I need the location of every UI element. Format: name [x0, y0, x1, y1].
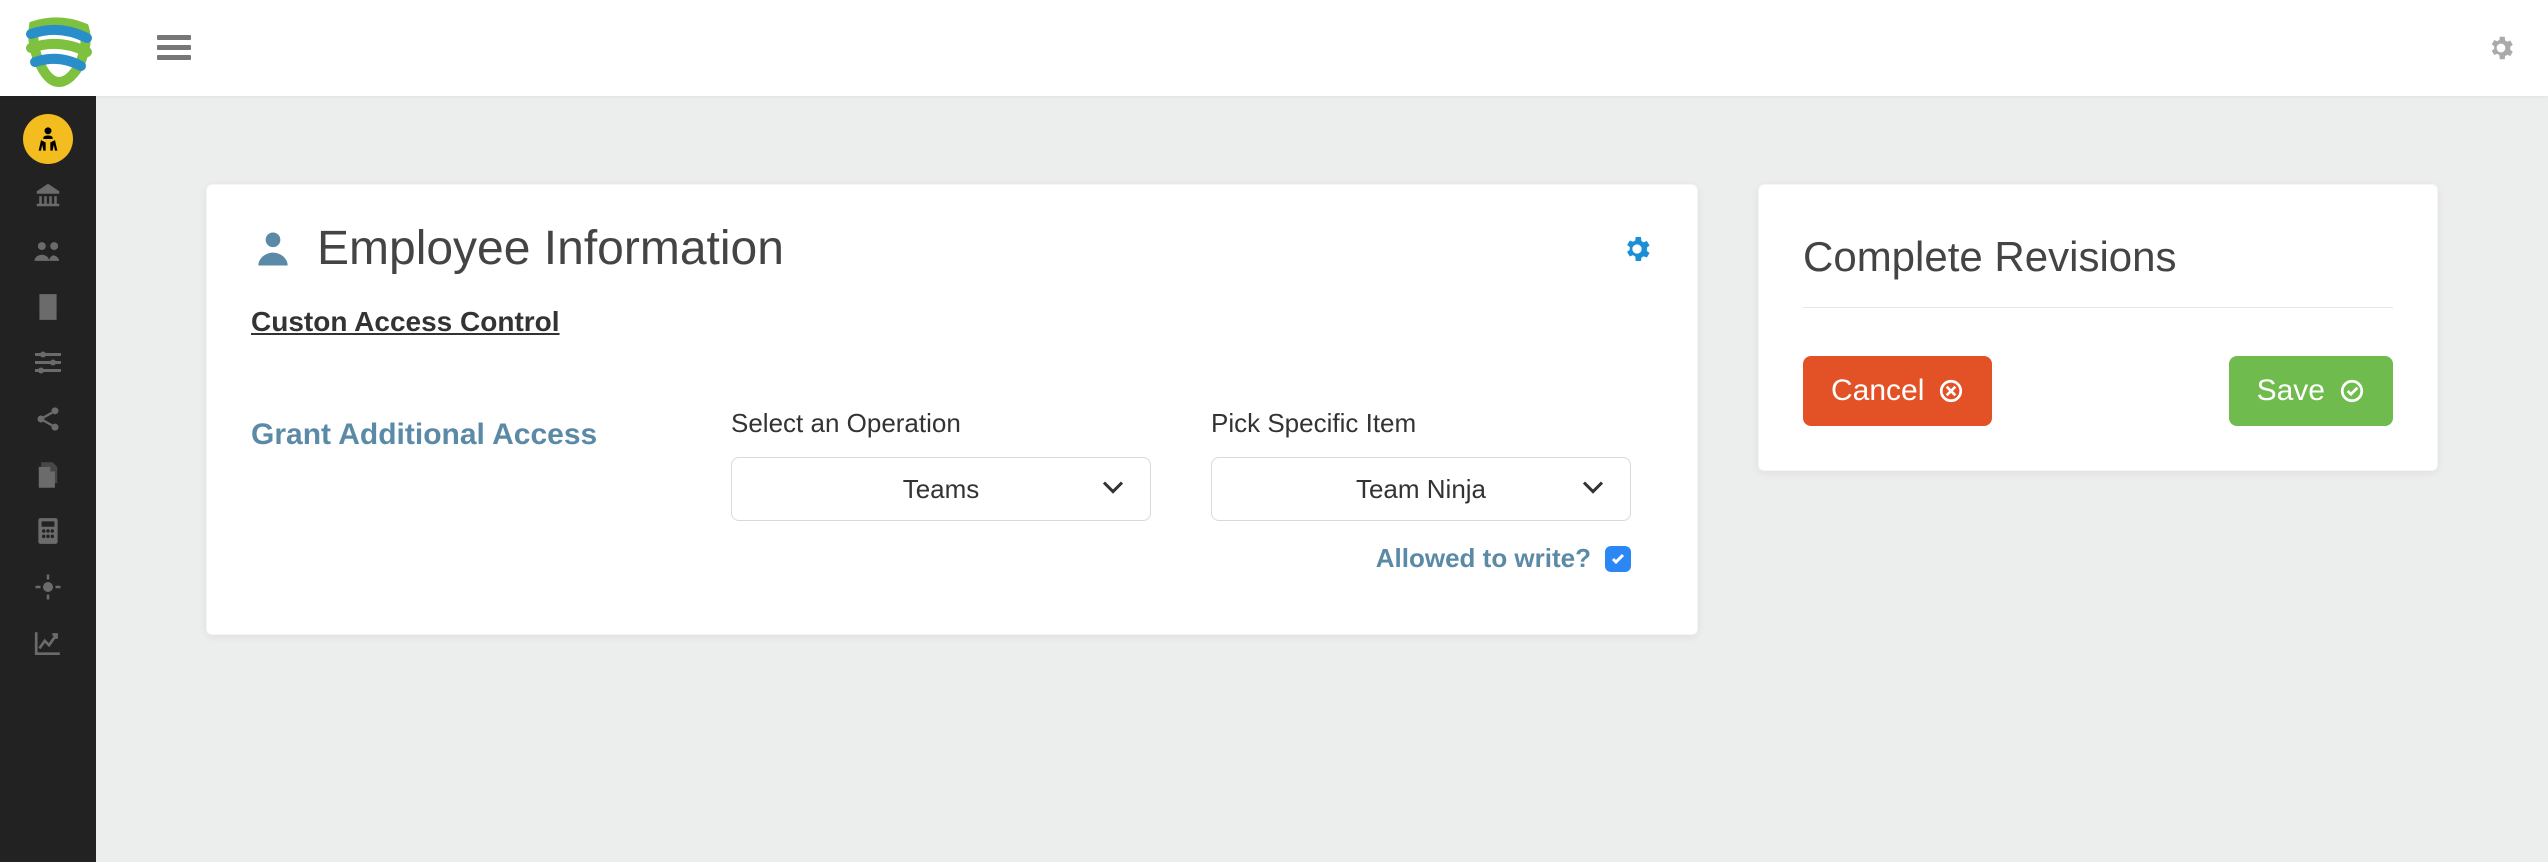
complete-revisions-card: Complete Revisions Cancel Save	[1758, 184, 2438, 471]
user-icon	[251, 227, 295, 271]
item-select[interactable]: Team Ninja	[1211, 457, 1631, 521]
card-title-row: Employee Information	[251, 221, 1653, 276]
cancel-button[interactable]: Cancel	[1803, 356, 1992, 426]
left-sidebar	[0, 96, 96, 862]
sidebar-item-sliders[interactable]	[23, 338, 73, 388]
operation-column: Select an Operation Teams	[731, 408, 1151, 521]
cancel-icon	[1938, 378, 1964, 404]
allow-write-row: Allowed to write?	[1211, 543, 1631, 574]
sidebar-item-bank[interactable]	[23, 170, 73, 220]
sidebar-item-copy[interactable]	[23, 450, 73, 500]
settings-gear-icon[interactable]	[2486, 33, 2516, 63]
item-column: Pick Specific Item Team Ninja Allowed to…	[1211, 408, 1631, 574]
save-button[interactable]: Save	[2229, 356, 2393, 426]
sidebar-item-calculator[interactable]	[23, 506, 73, 556]
card-settings-gear-icon[interactable]	[1621, 233, 1653, 265]
chevron-down-icon	[1102, 481, 1124, 495]
sidebar-item-person[interactable]	[23, 114, 73, 164]
top-bar	[0, 0, 2548, 96]
employee-info-card: Employee Information Custon Access Contr…	[206, 184, 1698, 635]
sidebar-item-share[interactable]	[23, 394, 73, 444]
button-row: Cancel Save	[1803, 356, 2393, 426]
allow-write-checkbox[interactable]	[1605, 546, 1631, 572]
hamburger-menu-icon[interactable]	[154, 28, 194, 68]
item-value: Team Ninja	[1356, 474, 1486, 505]
chevron-down-icon	[1582, 481, 1604, 495]
sidebar-item-chart[interactable]	[23, 618, 73, 668]
operation-label: Select an Operation	[731, 408, 1151, 439]
main-content: Employee Information Custon Access Contr…	[96, 96, 2548, 862]
check-circle-icon	[2339, 378, 2365, 404]
item-label: Pick Specific Item	[1211, 408, 1631, 439]
grant-access-label: Grant Additional Access	[251, 418, 671, 452]
grant-access-row: Grant Additional Access Select an Operat…	[251, 408, 1653, 574]
sidebar-item-target[interactable]	[23, 562, 73, 612]
sidebar-item-users[interactable]	[23, 226, 73, 276]
app-logo	[14, 3, 104, 93]
operation-value: Teams	[903, 474, 980, 505]
card-title: Employee Information	[317, 221, 784, 276]
cancel-button-label: Cancel	[1831, 374, 1924, 408]
sidebar-item-building[interactable]	[23, 282, 73, 332]
divider	[1803, 307, 2393, 308]
custom-access-subhead: Custon Access Control	[251, 306, 1653, 338]
save-button-label: Save	[2257, 374, 2325, 408]
allow-write-label: Allowed to write?	[1376, 543, 1591, 574]
operation-select[interactable]: Teams	[731, 457, 1151, 521]
revisions-title: Complete Revisions	[1803, 233, 2393, 281]
